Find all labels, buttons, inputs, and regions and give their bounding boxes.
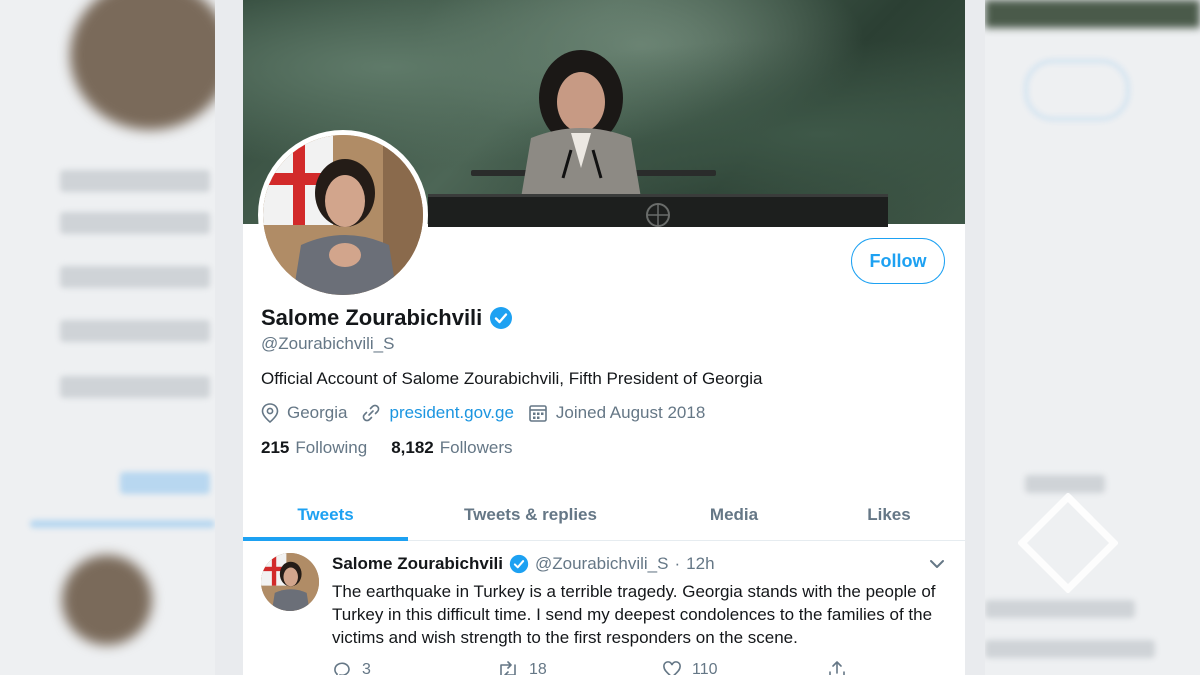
profile-bio: Official Account of Salome Zourabichvili…	[261, 369, 763, 388]
blurred-text	[60, 212, 210, 234]
blurred-text	[30, 520, 215, 528]
blurred-banner	[985, 0, 1200, 28]
share-button[interactable]	[827, 660, 965, 675]
blurred-text	[60, 376, 210, 398]
tweet-avatar[interactable]	[261, 553, 319, 611]
reply-icon	[334, 662, 350, 675]
tweet-header: Salome Zourabichvili @Zourabichvili_S · …	[332, 554, 715, 574]
active-tab-indicator	[243, 537, 408, 541]
like-count: 110	[692, 661, 718, 675]
reply-button[interactable]: 3	[332, 660, 497, 675]
location-pin-icon	[261, 403, 279, 423]
tweet-actions: 3 18 110	[332, 660, 965, 675]
blurred-background-left	[0, 0, 215, 675]
tab-media[interactable]: Media	[673, 490, 795, 540]
tweet[interactable]: Salome Zourabichvili @Zourabichvili_S · …	[243, 542, 965, 675]
profile-card: Follow Salome Zourabichvili @Zourabichvi…	[243, 0, 965, 675]
profile-meta: Georgia president.gov.ge Joined August 2…	[261, 403, 719, 423]
reply-count: 3	[362, 661, 371, 675]
website[interactable]: president.gov.ge	[361, 403, 514, 423]
share-icon	[829, 661, 845, 675]
blurred-avatar	[70, 0, 215, 130]
tweet-text: The earthquake in Turkey is a terrible t…	[332, 582, 936, 647]
blurred-avatar	[62, 555, 152, 645]
blurred-follow-button	[1025, 60, 1129, 120]
retweet-icon	[500, 661, 516, 675]
following-stat[interactable]: 215 Following	[261, 438, 367, 458]
verified-badge-icon	[509, 554, 529, 574]
verified-badge-icon	[490, 307, 513, 329]
follow-button[interactable]: Follow	[851, 238, 945, 284]
un-emblem-icon	[646, 203, 670, 227]
broadcaster-logo-icon	[1018, 493, 1118, 593]
following-label: Following	[295, 438, 368, 457]
display-name: Salome Zourabichvili	[261, 305, 483, 330]
profile-tabs: Tweets Tweets & replies Media Likes	[243, 490, 965, 541]
profile-avatar[interactable]	[258, 130, 428, 300]
retweet-count: 18	[529, 661, 547, 675]
like-button[interactable]: 110	[662, 660, 827, 675]
link-icon	[363, 404, 380, 422]
location-text: Georgia	[287, 403, 348, 422]
followers-stat[interactable]: 8,182 Followers	[391, 438, 512, 458]
heart-icon	[663, 661, 681, 675]
profile-handle: @Zourabichvili_S	[261, 334, 395, 353]
tweet-author-handle[interactable]: @Zourabichvili_S	[535, 554, 668, 574]
joined-text: Joined August 2018	[555, 403, 706, 422]
tweet-separator: ·	[674, 554, 681, 573]
profile-name-row: Salome Zourabichvili	[261, 305, 513, 331]
avatar-photo	[263, 135, 423, 295]
podium	[428, 194, 888, 227]
blurred-text	[985, 640, 1155, 658]
tab-tweets[interactable]: Tweets	[243, 490, 408, 540]
website-link[interactable]: president.gov.ge	[389, 403, 513, 423]
followers-count: 8,182	[391, 438, 434, 457]
calendar-icon	[529, 405, 547, 422]
location: Georgia	[261, 403, 347, 423]
banner-photo	[521, 50, 641, 198]
blurred-text	[60, 320, 210, 342]
blurred-text	[985, 600, 1135, 618]
retweet-button[interactable]: 18	[497, 660, 662, 675]
followers-label: Followers	[439, 438, 513, 457]
tab-likes[interactable]: Likes	[833, 490, 945, 540]
following-count: 215	[261, 438, 290, 457]
profile-stats: 215 Following 8,182 Followers	[261, 438, 536, 458]
blurred-text	[1025, 475, 1105, 493]
blurred-text	[60, 170, 210, 192]
blurred-text	[120, 472, 210, 494]
tweet-timestamp[interactable]: 12h	[686, 554, 714, 574]
tab-tweets-and-replies[interactable]: Tweets & replies	[438, 490, 623, 540]
chevron-down-icon[interactable]	[929, 558, 945, 570]
tweet-author-name[interactable]: Salome Zourabichvili	[332, 554, 503, 574]
joined-date: Joined August 2018	[528, 403, 705, 423]
blurred-text	[60, 266, 210, 288]
